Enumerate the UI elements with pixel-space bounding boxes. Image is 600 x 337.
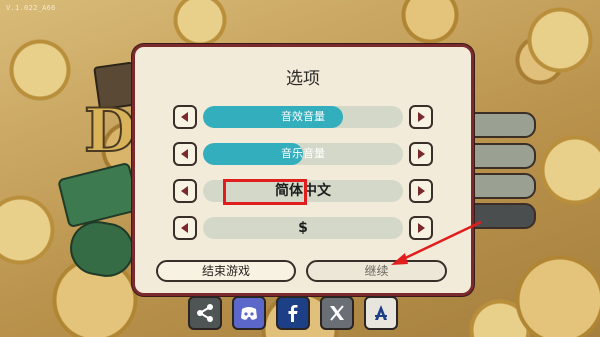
currency-selector[interactable]: $ bbox=[203, 217, 403, 239]
left-arrow-icon bbox=[181, 186, 188, 196]
music-volume-label: 音乐音量 bbox=[281, 147, 325, 160]
version-label: V.1.022_A66 bbox=[6, 4, 56, 12]
right-arrow-icon bbox=[418, 149, 425, 159]
social-links-bar bbox=[188, 296, 408, 332]
sound-volume-slider[interactable]: 音效音量 bbox=[203, 106, 403, 128]
dialog-title: 选项 bbox=[286, 69, 320, 89]
facebook-icon bbox=[288, 305, 298, 322]
language-previous-button[interactable] bbox=[173, 179, 197, 203]
end-game-button[interactable]: 结束游戏 bbox=[156, 260, 296, 282]
right-arrow-icon bbox=[418, 112, 425, 122]
facebook-button[interactable] bbox=[276, 296, 310, 330]
x-icon bbox=[330, 305, 344, 321]
discord-icon bbox=[241, 307, 257, 320]
music-volume-row: 音乐音量 bbox=[173, 142, 435, 170]
sound-volume-increase-button[interactable] bbox=[409, 105, 433, 129]
left-arrow-icon bbox=[181, 223, 188, 233]
game-logo-letter: D bbox=[83, 95, 137, 167]
x-button[interactable] bbox=[320, 296, 354, 330]
language-highlight-box bbox=[223, 179, 307, 205]
share-icon bbox=[197, 304, 213, 322]
share-button[interactable] bbox=[188, 296, 222, 330]
sound-volume-label: 音效音量 bbox=[281, 110, 325, 123]
music-volume-decrease-button[interactable] bbox=[173, 142, 197, 166]
left-arrow-icon bbox=[181, 149, 188, 159]
left-arrow-icon bbox=[181, 112, 188, 122]
sound-volume-decrease-button[interactable] bbox=[173, 105, 197, 129]
language-next-button[interactable] bbox=[409, 179, 433, 203]
right-arrow-icon bbox=[418, 186, 425, 196]
app-store-button[interactable] bbox=[364, 296, 398, 330]
sound-volume-row: 音效音量 bbox=[173, 105, 435, 133]
discord-button[interactable] bbox=[232, 296, 266, 330]
currency-value: $ bbox=[298, 220, 308, 236]
app-store-icon bbox=[375, 305, 387, 320]
music-volume-increase-button[interactable] bbox=[409, 142, 433, 166]
music-volume-slider[interactable]: 音乐音量 bbox=[203, 143, 403, 165]
currency-previous-button[interactable] bbox=[173, 216, 197, 240]
pointer-arrow-annotation bbox=[391, 220, 482, 265]
